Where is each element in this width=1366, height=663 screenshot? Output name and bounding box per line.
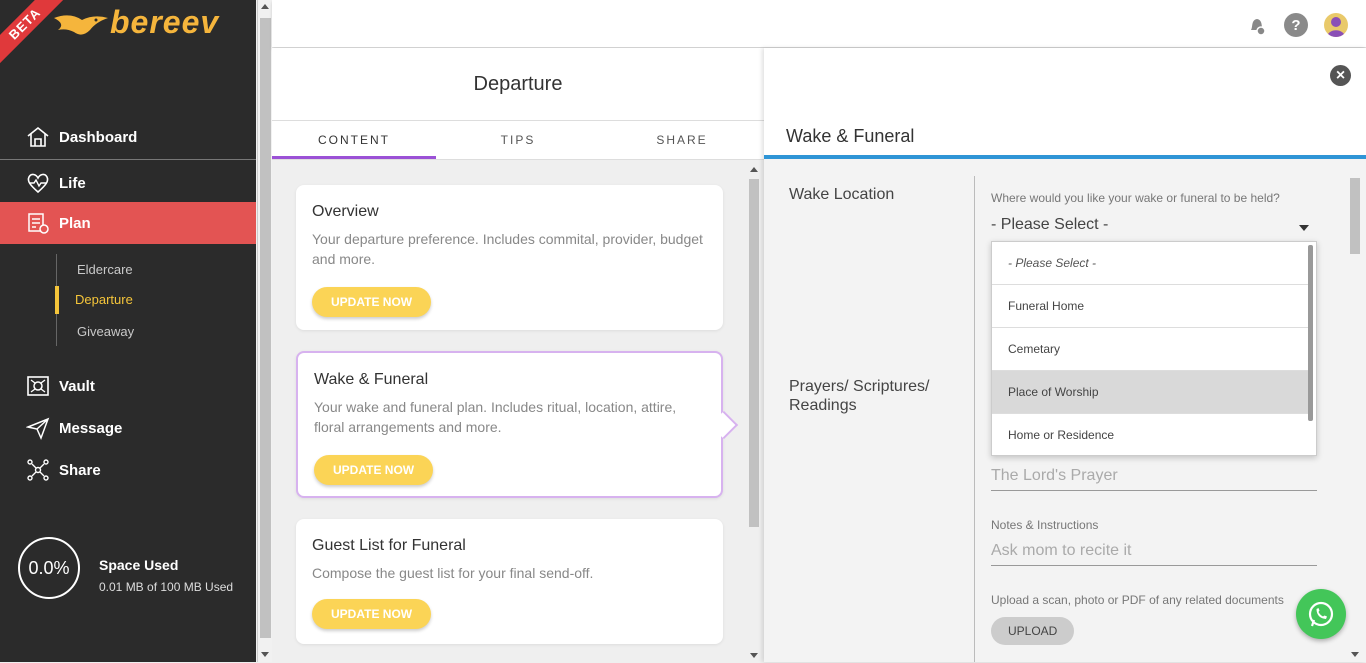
wake-location-dropdown: - Please Select - Funeral Home Cemetary …	[991, 241, 1317, 456]
sidebar-item-message[interactable]: Message	[0, 407, 256, 449]
storage-title: Space Used	[99, 557, 179, 573]
heartbeat-icon	[26, 171, 50, 195]
prayers-label: Prayers/ Scriptures/ Readings	[789, 378, 930, 414]
subnav-item-departure[interactable]: Departure	[55, 286, 255, 314]
dropdown-option[interactable]: Funeral Home	[992, 285, 1310, 328]
wake-funeral-panel: × Wake & Funeral Wake Location Where wou…	[764, 48, 1366, 662]
notes-label: Notes & Instructions	[991, 518, 1099, 532]
card-guest-list[interactable]: Guest List for Funeral Compose the guest…	[296, 519, 723, 644]
scroll-down-arrow-icon[interactable]	[261, 652, 269, 657]
card-desc: Your wake and funeral plan. Includes rit…	[314, 399, 677, 435]
scroll-down-arrow-icon[interactable]	[750, 653, 758, 658]
plan-checklist-icon	[26, 211, 50, 235]
departure-panel: Departure CONTENT TIPS SHARE Overview Yo…	[272, 48, 764, 662]
share-nodes-icon	[26, 458, 50, 482]
subnav-item-eldercare[interactable]: Eldercare	[57, 256, 256, 284]
subnav-item-giveaway[interactable]: Giveaway	[57, 318, 256, 346]
card-desc: Compose the guest list for your final se…	[312, 565, 594, 581]
page-scrollbar[interactable]	[257, 0, 272, 662]
sidebar-item-label: Life	[59, 174, 86, 192]
sidebar-item-label: Vault	[59, 377, 95, 395]
card-pointer	[709, 410, 739, 440]
bell-icon[interactable]	[1245, 13, 1269, 37]
scroll-up-arrow-icon[interactable]	[261, 4, 269, 9]
update-now-button[interactable]: UPDATE NOW	[312, 287, 432, 317]
user-avatar-icon[interactable]	[1324, 13, 1348, 37]
caret-down-icon[interactable]	[1299, 225, 1309, 231]
card-overview[interactable]: Overview Your departure preference. Incl…	[296, 185, 723, 330]
card-desc: Your departure preference. Includes comm…	[312, 231, 703, 267]
sidebar-item-label: Share	[59, 461, 101, 479]
tab-bar: CONTENT TIPS SHARE	[272, 120, 764, 160]
sidebar-item-life[interactable]: Life	[0, 162, 256, 204]
notes-input[interactable]: Ask mom to recite it	[991, 536, 1317, 566]
tab-tips[interactable]: TIPS	[436, 121, 600, 159]
wake-location-question: Where would you like your wake or funera…	[991, 191, 1280, 205]
sidebar-item-dashboard[interactable]: Dashboard	[0, 116, 256, 158]
tab-content[interactable]: CONTENT	[272, 121, 436, 159]
sidebar-item-label: Message	[59, 419, 123, 437]
prayers-input[interactable]: The Lord's Prayer	[991, 461, 1317, 491]
vault-icon	[26, 374, 50, 398]
sidebar-item-share[interactable]: Share	[0, 449, 256, 491]
dropdown-option[interactable]: Cemetary	[992, 328, 1310, 371]
dropdown-option[interactable]: - Please Select -	[992, 242, 1310, 285]
scrollbar-thumb[interactable]	[749, 179, 759, 527]
storage-usage: 0.0% Space Used 0.01 MB of 100 MB Used	[18, 537, 248, 599]
wake-location-label: Wake Location	[789, 186, 895, 203]
card-wake-funeral[interactable]: Wake & Funeral Your wake and funeral pla…	[296, 351, 739, 498]
whatsapp-icon[interactable]	[1296, 589, 1346, 639]
middle-scrollbar[interactable]	[748, 163, 760, 663]
card-title: Wake & Funeral	[314, 371, 429, 388]
wake-location-select[interactable]: - Please Select -	[991, 216, 1311, 238]
paper-plane-icon	[26, 416, 50, 440]
sidebar-item-plan[interactable]: Plan	[0, 202, 256, 244]
update-now-button[interactable]: UPDATE NOW	[314, 455, 434, 485]
dropdown-option[interactable]: Home or Residence	[992, 414, 1310, 455]
home-icon	[26, 125, 50, 149]
storage-percent: 0.0%	[18, 537, 80, 599]
sidebar: BETA bereev Dashboard Life Plan Eldercar…	[0, 0, 256, 662]
panel-title: Wake & Funeral	[786, 126, 915, 146]
storage-detail: 0.01 MB of 100 MB Used	[99, 580, 234, 594]
logo[interactable]: bereev	[52, 4, 218, 44]
plan-subnav: Eldercare Departure Giveaway	[55, 254, 256, 346]
column-divider	[974, 176, 975, 662]
bird-logo-icon	[54, 15, 108, 35]
nav-divider	[0, 159, 256, 160]
upload-instructions: Upload a scan, photo or PDF of any relat…	[991, 593, 1284, 607]
top-bar: ?	[272, 0, 1366, 47]
sidebar-item-label: Dashboard	[59, 128, 138, 146]
dropdown-option[interactable]: Place of Worship	[992, 371, 1310, 414]
logo-text: bereev	[110, 4, 220, 40]
panel-scrollbar[interactable]	[1348, 176, 1362, 662]
dropdown-scrollbar[interactable]	[1308, 245, 1313, 421]
scrollbar-thumb[interactable]	[260, 18, 271, 638]
card-title: Guest List for Funeral	[312, 537, 466, 554]
tab-share[interactable]: SHARE	[600, 121, 764, 159]
sidebar-item-vault[interactable]: Vault	[0, 365, 256, 407]
help-icon[interactable]: ?	[1284, 13, 1308, 37]
page-title: Departure	[272, 48, 764, 120]
scroll-up-arrow-icon[interactable]	[750, 167, 758, 172]
update-now-button[interactable]: UPDATE NOW	[312, 599, 432, 629]
scrollbar-thumb[interactable]	[1350, 178, 1360, 254]
scroll-down-arrow-icon[interactable]	[1351, 652, 1359, 657]
panel-form: Wake Location Where would you like your …	[764, 159, 1366, 662]
sidebar-item-label: Plan	[59, 214, 91, 232]
upload-button[interactable]: UPLOAD	[991, 617, 1075, 645]
close-icon[interactable]: ×	[1330, 65, 1351, 86]
card-title: Overview	[312, 203, 379, 220]
